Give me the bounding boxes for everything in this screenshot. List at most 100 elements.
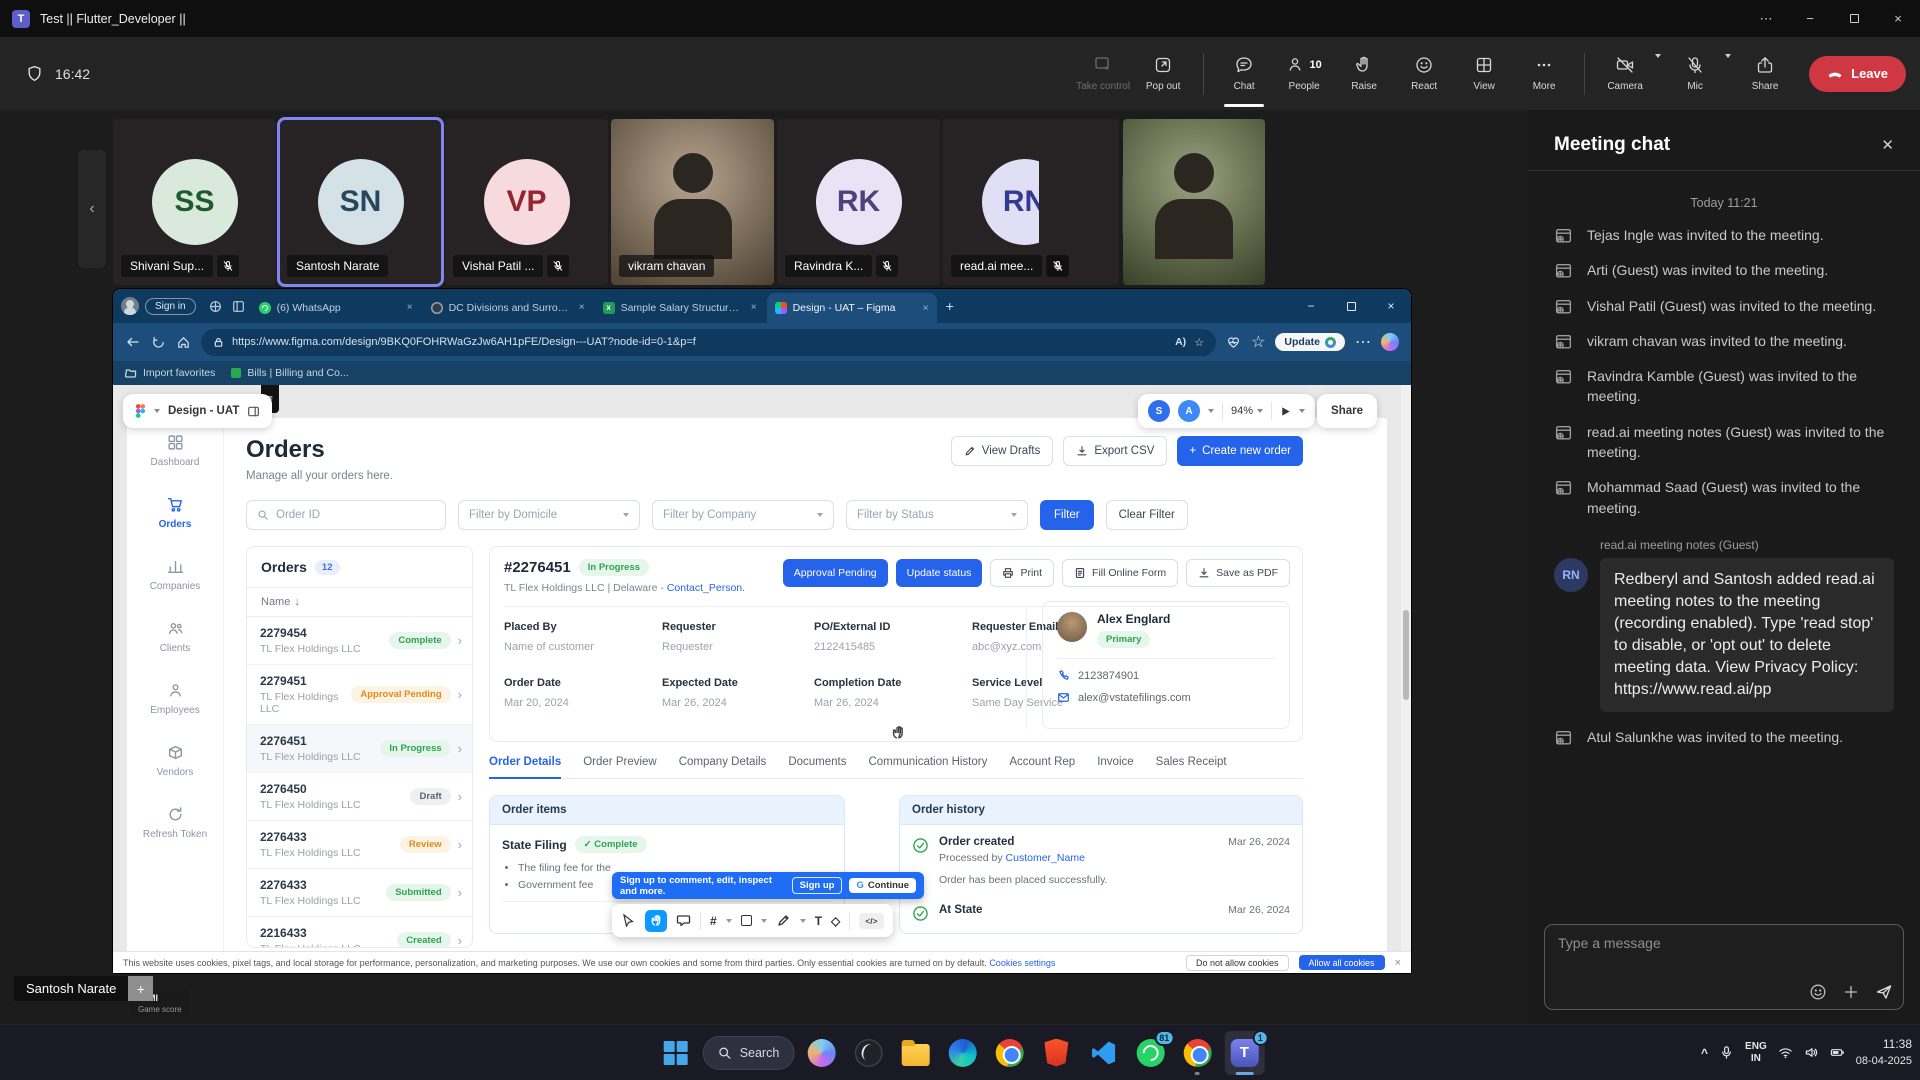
emoji-icon[interactable] bbox=[1809, 983, 1827, 1001]
allow-cookies-button[interactable]: Allow all cookies bbox=[1299, 955, 1385, 970]
contact-email[interactable]: alex@vstatefilings.com bbox=[1078, 692, 1191, 704]
zoom-level-dropdown[interactable]: 94% bbox=[1231, 405, 1263, 417]
export-csv-button[interactable]: Export CSV bbox=[1063, 436, 1167, 466]
brave-app-icon[interactable] bbox=[1036, 1031, 1076, 1075]
address-bar[interactable]: https://www.figma.com/design/9BKQ0FOHRWa… bbox=[201, 329, 1216, 356]
favorites-bar-icon[interactable]: ☆ bbox=[1251, 332, 1265, 352]
pen-tool-chevron-icon[interactable] bbox=[800, 919, 806, 923]
collaborators-chevron-icon[interactable] bbox=[1208, 409, 1214, 413]
signup-button[interactable]: Sign up bbox=[792, 877, 843, 894]
pop-out-button[interactable]: Pop out bbox=[1135, 44, 1191, 104]
tab-close-icon[interactable]: × bbox=[923, 303, 929, 314]
taskbar-clock[interactable]: 11:3808-04-2025 bbox=[1856, 1037, 1912, 1068]
participant-tile[interactable]: SS Shivani Sup... bbox=[113, 119, 276, 285]
figma-share-button[interactable]: Share bbox=[1317, 394, 1377, 428]
browser-tab[interactable]: Sample Salary Structure with calc × bbox=[595, 295, 765, 320]
participant-tile-partial[interactable] bbox=[1039, 119, 1119, 285]
view-drafts-button[interactable]: View Drafts bbox=[951, 436, 1054, 466]
collaborator-avatar[interactable]: A bbox=[1178, 400, 1200, 422]
chat-close-icon[interactable]: ✕ bbox=[1881, 136, 1894, 154]
detail-tab[interactable]: Account Rep bbox=[1009, 756, 1075, 778]
figma-logo-icon[interactable] bbox=[135, 403, 146, 419]
browser-tab[interactable]: Design - UAT – Figma × bbox=[767, 293, 937, 323]
print-button[interactable]: Print bbox=[990, 559, 1054, 587]
tab-close-icon[interactable]: × bbox=[751, 302, 757, 313]
detail-tab[interactable]: Communication History bbox=[868, 756, 987, 778]
chat-message-input[interactable]: Type a message bbox=[1544, 924, 1904, 1010]
tab-close-icon[interactable]: × bbox=[407, 302, 413, 313]
vscode-app-icon[interactable] bbox=[1083, 1031, 1123, 1075]
edge-app-icon[interactable] bbox=[942, 1031, 982, 1075]
order-row[interactable]: 2276433 TL Flex Holdings LLC Review › bbox=[247, 821, 472, 869]
mic-options-chevron-icon[interactable] bbox=[1725, 58, 1731, 76]
chat-button[interactable]: Chat bbox=[1216, 44, 1272, 104]
participant-tile[interactable]: RK Ravindra K... bbox=[777, 119, 940, 285]
window-close-icon[interactable]: × bbox=[1876, 0, 1920, 37]
dev-mode-toggle-icon[interactable]: </> bbox=[859, 913, 883, 929]
browser-close-icon[interactable]: × bbox=[1371, 289, 1411, 323]
chrome-app-icon[interactable] bbox=[989, 1031, 1029, 1075]
shape-tool-chevron-icon[interactable] bbox=[761, 919, 767, 923]
cookie-close-icon[interactable]: × bbox=[1395, 957, 1401, 969]
people-button[interactable]: 10 People bbox=[1276, 44, 1332, 104]
wifi-icon[interactable] bbox=[1778, 1045, 1793, 1060]
new-tab-button[interactable]: + bbox=[946, 298, 954, 314]
browser-maximize-icon[interactable] bbox=[1331, 289, 1371, 323]
hand-tool-icon[interactable] bbox=[645, 910, 667, 932]
update-status-button[interactable]: Update status bbox=[896, 559, 983, 587]
pen-tool-icon[interactable] bbox=[776, 913, 791, 928]
volume-icon[interactable] bbox=[1804, 1045, 1819, 1060]
vertical-tabs-icon[interactable] bbox=[232, 300, 245, 313]
sidebar-item-clients[interactable]: Clients bbox=[130, 620, 220, 654]
browser-tab[interactable]: (6) WhatsApp × bbox=[251, 295, 421, 320]
approval-pending-button[interactable]: Approval Pending bbox=[783, 559, 888, 587]
browser-profile-chip[interactable]: Sign in bbox=[121, 297, 196, 315]
present-icon[interactable] bbox=[1280, 406, 1291, 417]
filter-button[interactable]: Filter bbox=[1040, 500, 1094, 530]
shape-tool-icon[interactable] bbox=[741, 915, 752, 926]
bookmark-bills-billing[interactable]: Bills | Billing and Co... bbox=[231, 367, 348, 379]
clear-filter-button[interactable]: Clear Filter bbox=[1106, 500, 1188, 530]
attach-plus-icon[interactable] bbox=[1842, 983, 1860, 1001]
google-continue-button[interactable]: GContinue bbox=[849, 878, 916, 893]
taskbar-search[interactable]: Search bbox=[703, 1036, 795, 1070]
language-indicator[interactable]: ENGIN bbox=[1745, 1041, 1767, 1064]
window-more-icon[interactable]: ⋯ bbox=[1744, 0, 1788, 37]
file-explorer-icon[interactable] bbox=[895, 1031, 935, 1075]
bookmark-import-favorites[interactable]: Import favorites bbox=[125, 367, 215, 379]
contact-person-link[interactable]: Contact_Person. bbox=[667, 582, 745, 594]
send-icon[interactable] bbox=[1875, 983, 1893, 1001]
tray-expand-icon[interactable]: ^ bbox=[1701, 1046, 1708, 1060]
order-row[interactable]: 2279454 TL Flex Holdings LLC Complete › bbox=[247, 617, 472, 665]
browser-settings-dots-icon[interactable]: ⋯ bbox=[1355, 332, 1371, 352]
browser-minimize-icon[interactable]: − bbox=[1291, 289, 1331, 323]
file-menu-chevron-icon[interactable] bbox=[154, 409, 160, 413]
window-minimize-icon[interactable]: − bbox=[1788, 0, 1832, 37]
browser-essentials-icon[interactable] bbox=[1226, 335, 1241, 350]
collaborator-avatar[interactable]: S bbox=[1148, 400, 1170, 422]
more-button[interactable]: More bbox=[1516, 44, 1572, 104]
frame-tool-chevron-icon[interactable] bbox=[726, 919, 732, 923]
tray-mic-icon[interactable] bbox=[1719, 1045, 1734, 1060]
teams-app-icon[interactable]: T1 bbox=[1224, 1031, 1264, 1075]
refresh-icon[interactable] bbox=[151, 335, 166, 350]
create-new-order-button[interactable]: +Create new order bbox=[1177, 436, 1303, 466]
scrollbar-thumb[interactable] bbox=[1403, 610, 1409, 700]
react-button[interactable]: React bbox=[1396, 44, 1452, 104]
order-row[interactable]: 2276433 TL Flex Holdings LLC Submitted › bbox=[247, 869, 472, 917]
share-button[interactable]: Share bbox=[1737, 44, 1793, 104]
detail-tab[interactable]: Invoice bbox=[1097, 756, 1133, 778]
mic-button[interactable]: Mic bbox=[1667, 44, 1723, 104]
component-tool-icon[interactable]: ◇ bbox=[831, 914, 840, 928]
start-button[interactable] bbox=[656, 1031, 696, 1075]
camera-button[interactable]: Camera bbox=[1597, 44, 1653, 104]
sort-desc-icon[interactable]: ↓ bbox=[294, 596, 300, 608]
filter-company-select[interactable]: Filter by Company bbox=[652, 500, 834, 530]
save-as-pdf-button[interactable]: Save as PDF bbox=[1186, 559, 1290, 587]
order-row[interactable]: 2276451 TL Flex Holdings LLC In Progress… bbox=[247, 725, 472, 773]
presenter-add-icon[interactable]: + bbox=[128, 976, 153, 1001]
sidebar-item-vendors[interactable]: Vendors bbox=[130, 744, 220, 778]
update-button[interactable]: Update bbox=[1275, 333, 1345, 351]
favorite-star-icon[interactable]: ☆ bbox=[1194, 336, 1204, 349]
fill-online-form-button[interactable]: Fill Online Form bbox=[1062, 559, 1178, 587]
